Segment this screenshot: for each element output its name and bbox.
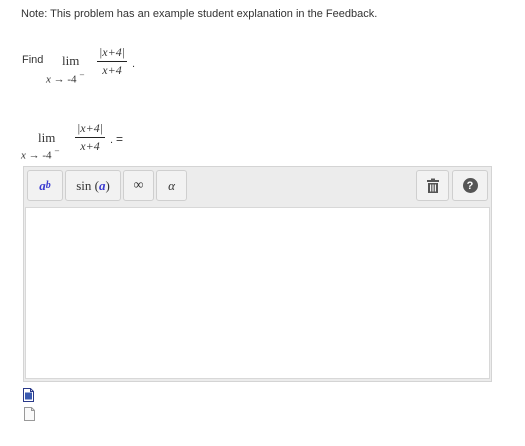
- infinity-button[interactable]: ∞: [123, 170, 154, 201]
- fraction-denominator: x+4: [102, 63, 122, 77]
- trash-button[interactable]: [416, 170, 449, 201]
- answer-approach-value: -4: [42, 149, 52, 162]
- problem-note: Note: This problem has an example studen…: [21, 8, 378, 20]
- answer-limit-approach: x → -4 −: [21, 146, 59, 162]
- equals-sign: =: [116, 132, 124, 146]
- superscript-exponent: b: [45, 180, 51, 191]
- approach-var: x: [46, 73, 51, 86]
- problem-period: .: [132, 58, 136, 70]
- limit-operator: lim: [62, 53, 80, 68]
- find-label: Find: [22, 54, 44, 66]
- answer-period: .: [110, 134, 114, 146]
- sin-label: sin: [76, 177, 92, 193]
- approach-value: -4: [67, 73, 77, 86]
- approach-side: −: [79, 70, 85, 80]
- trash-icon: [426, 178, 439, 193]
- answer-numerator: |x+4|: [77, 121, 104, 135]
- approach-arrow: →: [53, 73, 65, 86]
- alpha-symbol: α: [168, 177, 175, 193]
- answer-fraction: |x+4| x+4: [75, 121, 106, 154]
- fraction-bar: [97, 61, 128, 62]
- sin-argument: a: [98, 177, 106, 193]
- limit-fraction: |x+4| x+4: [97, 45, 128, 78]
- sin-function-button[interactable]: sin (a): [65, 170, 121, 201]
- answer-approach-var: x: [21, 149, 26, 162]
- answer-approach-arrow: →: [28, 149, 40, 162]
- blank-file-icon[interactable]: [24, 407, 35, 421]
- alpha-button[interactable]: α: [156, 170, 187, 201]
- fraction-numerator: |x+4|: [99, 45, 126, 59]
- document-file-icon[interactable]: [23, 388, 34, 402]
- superscript-button[interactable]: ab: [27, 170, 63, 201]
- answer-approach-side: −: [54, 146, 60, 156]
- help-button[interactable]: ?: [452, 170, 488, 201]
- math-editor: ab sin (a) ∞ α ?: [23, 166, 492, 382]
- help-glyph: ?: [466, 179, 474, 192]
- limit-approach: x → -4 −: [46, 70, 84, 86]
- answer-limit-operator: lim: [38, 130, 56, 145]
- question-icon: ?: [462, 178, 478, 193]
- infinity-symbol: ∞: [133, 177, 144, 193]
- answer-fraction-bar: [75, 137, 106, 138]
- answer-input-area[interactable]: [25, 207, 490, 379]
- answer-denominator: x+4: [80, 139, 100, 153]
